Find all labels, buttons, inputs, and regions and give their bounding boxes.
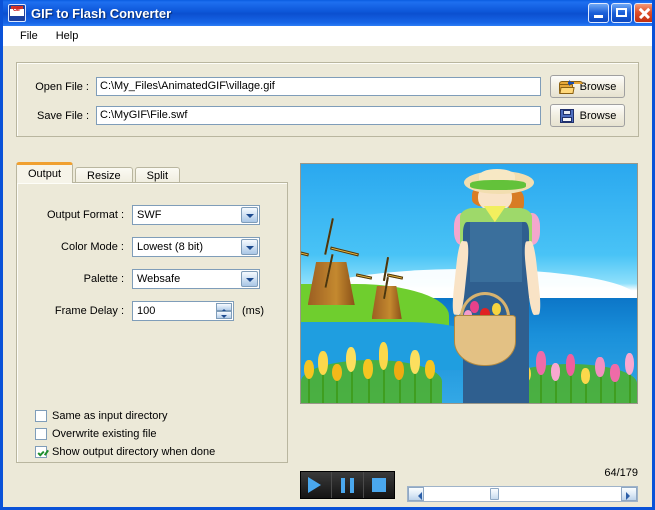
checkbox[interactable]: [35, 446, 47, 458]
pause-icon: [340, 477, 354, 493]
client-area: Open File : C:\My_Files\AnimatedGIF\vill…: [3, 46, 652, 507]
frame-delay-unit: (ms): [242, 305, 264, 317]
window-controls: [588, 3, 652, 23]
save-file-label: Save File :: [37, 109, 89, 122]
menu-item-help[interactable]: Help: [47, 28, 88, 44]
frame-delay-label: Frame Delay :: [54, 305, 124, 317]
preview-windmill-large: [301, 218, 360, 305]
tab-output[interactable]: Output: [16, 162, 74, 183]
frame-scrollbar[interactable]: [407, 486, 638, 502]
save-browse-label: Browse: [579, 109, 617, 122]
color-mode-value: Lowest (8 bit): [137, 241, 204, 253]
checkbox[interactable]: [35, 410, 47, 422]
save-file-browse-button[interactable]: Browse: [550, 104, 625, 127]
stop-button[interactable]: [363, 472, 394, 498]
save-file-input[interactable]: C:\MyGIF\File.swf: [96, 106, 541, 125]
maximize-button[interactable]: [611, 3, 632, 23]
output-format-label: Output Format :: [46, 209, 124, 221]
option-overwrite-existing-file[interactable]: Overwrite existing file: [35, 426, 215, 442]
output-format-row: Output Format : SWF: [29, 205, 260, 225]
floppy-save-icon: [559, 108, 575, 123]
frame-counter: 64/179: [604, 467, 638, 479]
tab-strip: Output Resize Split: [16, 162, 182, 185]
stepper-up-icon[interactable]: [216, 303, 232, 312]
pause-button[interactable]: [332, 472, 364, 498]
open-browse-label: Browse: [579, 80, 617, 93]
color-mode-label: Color Mode :: [61, 241, 124, 253]
stop-icon: [371, 478, 386, 492]
application-window: GIF GIF to Flash Converter File Help Ope…: [0, 0, 655, 510]
scrollbar-thumb[interactable]: [490, 488, 500, 500]
palette-select[interactable]: Websafe: [132, 269, 260, 289]
play-button[interactable]: [301, 472, 333, 498]
option-show-output-directory[interactable]: Show output directory when done: [35, 444, 215, 460]
color-mode-select[interactable]: Lowest (8 bit): [132, 237, 260, 257]
window-title: GIF to Flash Converter: [31, 5, 172, 21]
menu-bar: File Help: [3, 26, 652, 46]
open-file-input[interactable]: C:\My_Files\AnimatedGIF\village.gif: [96, 77, 541, 96]
save-file-row: Save File : C:\MyGIF\File.swf Browse: [17, 104, 625, 127]
output-tab-panel: Output Format : SWF Color Mode : Lowest …: [16, 182, 288, 463]
scroll-right-arrow-icon[interactable]: [621, 487, 637, 501]
open-file-row: Open File : C:\My_Files\AnimatedGIF\vill…: [17, 75, 625, 98]
checkbox[interactable]: [35, 428, 47, 440]
play-icon: [308, 477, 329, 493]
frame-delay-row: Frame Delay : 100 (ms): [29, 301, 264, 321]
frame-delay-value: 100: [137, 305, 156, 317]
frame-delay-stepper[interactable]: 100: [132, 301, 234, 321]
minimize-button[interactable]: [588, 3, 609, 23]
chevron-down-icon[interactable]: [241, 271, 258, 287]
chevron-down-icon[interactable]: [241, 207, 258, 223]
settings-tabs: Output Resize Split Output Format : SWF …: [16, 162, 288, 463]
scroll-left-arrow-icon[interactable]: [408, 487, 424, 501]
option-label: Same as input directory: [52, 410, 168, 422]
preview-windmill-small: [356, 257, 403, 320]
open-file-browse-button[interactable]: Browse: [550, 75, 625, 98]
output-format-value: SWF: [137, 209, 162, 221]
stepper-down-icon[interactable]: [216, 311, 232, 319]
output-options-group: Same as input directory Overwrite existi…: [35, 408, 215, 462]
option-label: Show output directory when done: [52, 446, 216, 458]
palette-row: Palette : Websafe: [29, 269, 260, 289]
preview-tulip-field-left: [301, 331, 443, 403]
close-button[interactable]: [634, 3, 652, 23]
title-bar: GIF GIF to Flash Converter: [3, 0, 652, 26]
gif-preview: [300, 163, 638, 404]
menu-item-file[interactable]: File: [11, 28, 47, 44]
option-same-as-input-directory[interactable]: Same as input directory: [35, 408, 215, 424]
open-file-label: Open File :: [35, 80, 89, 93]
palette-label: Palette :: [83, 273, 124, 285]
gif-badge-icon: GIF: [8, 4, 26, 22]
preview-figure: [445, 168, 546, 403]
file-selection-group: Open File : C:\My_Files\AnimatedGIF\vill…: [16, 62, 639, 137]
playback-controls: [300, 471, 395, 499]
output-format-select[interactable]: SWF: [132, 205, 260, 225]
color-mode-row: Color Mode : Lowest (8 bit): [29, 237, 260, 257]
option-label: Overwrite existing file: [52, 428, 157, 440]
palette-value: Websafe: [137, 273, 181, 285]
open-folder-icon: [558, 79, 583, 94]
stepper-buttons[interactable]: [216, 303, 232, 319]
chevron-down-icon[interactable]: [241, 239, 258, 255]
